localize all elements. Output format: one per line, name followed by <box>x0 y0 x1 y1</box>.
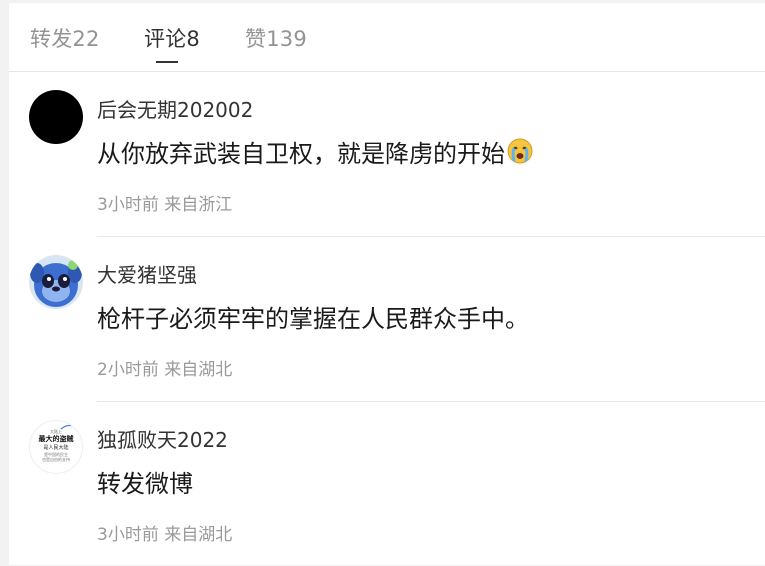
comment-item: 大爱猪坚强 枪杆子必须牢牢的掌握在人民群众手中。 2小时前 来自湖北 <box>29 237 765 402</box>
comment-meta: 3小时前 来自浙江 <box>97 190 232 215</box>
avatar[interactable] <box>29 255 83 309</box>
tab-bar: 转发22 评论8 赞139 <box>9 3 765 72</box>
comment-item: 大陆上 最大的盗贼 是人民大陆 是中国的民主 也是自由的支持 独孤败天2022 … <box>29 402 765 566</box>
comment-content: 枪杆子必须牢牢的掌握在人民群众手中。 <box>97 299 529 334</box>
tab-reposts[interactable]: 转发22 <box>30 23 100 53</box>
comments-panel: 转发22 评论8 赞139 后会无期202002 从你放弃武装自卫权，就是降虏的… <box>9 3 765 565</box>
comment-text: 枪杆子必须牢牢的掌握在人民群众手中。 <box>97 305 529 333</box>
tab-likes[interactable]: 赞139 <box>245 23 307 53</box>
avatar[interactable]: 大陆上 最大的盗贼 是人民大陆 是中国的民主 也是自由的支持 <box>29 420 83 474</box>
comment-meta: 3小时前 来自湖北 <box>97 520 232 545</box>
comment-time: 3小时前 <box>97 525 159 545</box>
comment-meta: 2小时前 来自湖北 <box>97 355 232 380</box>
comment-content: 从你放弃武装自卫权，就是降虏的开始 <box>97 134 533 170</box>
comment-time: 3小时前 <box>97 195 159 215</box>
comment-content: 转发微博 <box>97 464 193 499</box>
comment-text: 转发微博 <box>97 470 193 498</box>
comment-source: 来自湖北 <box>164 525 233 545</box>
avatar-text: 大陆上 最大的盗贼 是人民大陆 是中国的民主 也是自由的支持 <box>38 429 74 462</box>
comment-source: 来自湖北 <box>164 360 233 380</box>
crying-face-icon <box>507 138 533 170</box>
comment-username[interactable]: 大爱猪坚强 <box>97 259 197 288</box>
comment-time: 2小时前 <box>97 360 159 380</box>
comment-username[interactable]: 后会无期202002 <box>97 94 253 123</box>
active-tab-indicator <box>156 61 178 63</box>
swoosh-icon <box>60 424 74 430</box>
comment-source: 来自浙江 <box>164 195 233 215</box>
avatar[interactable] <box>29 90 83 144</box>
comment-text: 从你放弃武装自卫权，就是降虏的开始 <box>97 140 505 168</box>
comment-item: 后会无期202002 从你放弃武装自卫权，就是降虏的开始 3小时前 来自浙江 <box>29 72 765 237</box>
tab-comments[interactable]: 评论8 <box>144 23 200 53</box>
comment-username[interactable]: 独孤败天2022 <box>97 424 228 453</box>
